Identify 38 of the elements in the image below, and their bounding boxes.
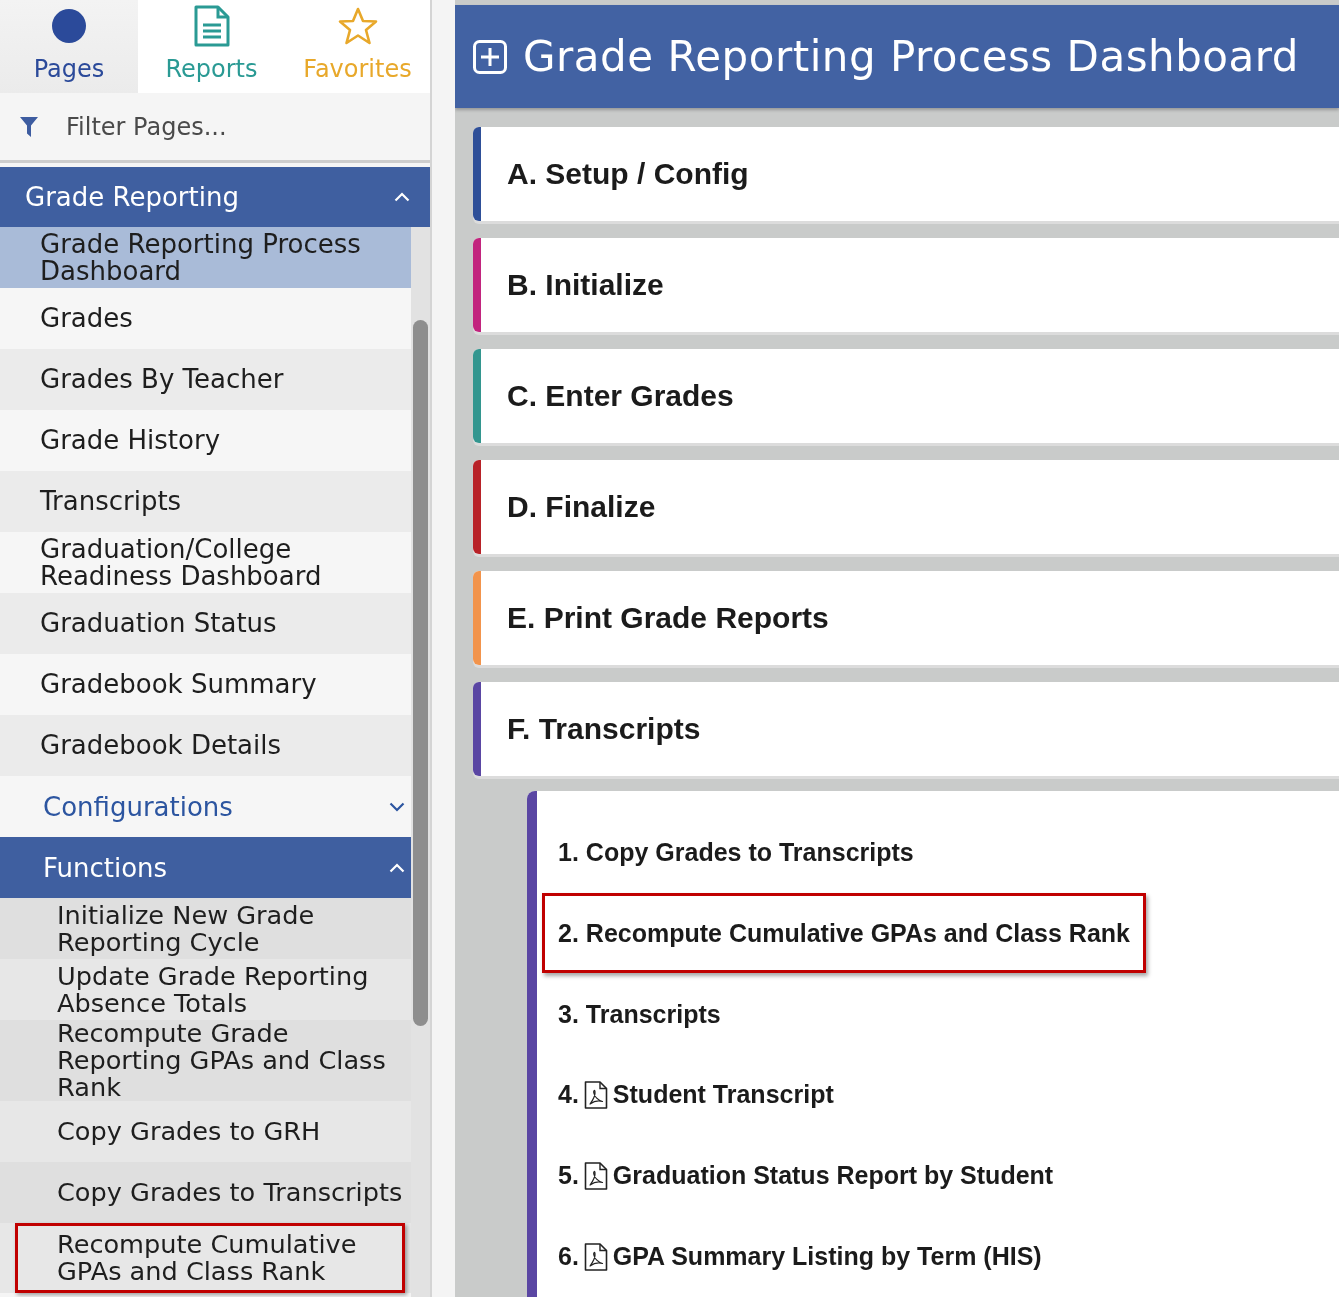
nav-item[interactable]: Grades By Teacher [0,349,411,410]
function-link[interactable]: 2. Recompute Cumulative GPAs and Class Rank [558,918,1130,948]
pdf-file-icon [583,1080,608,1109]
nav-item[interactable]: Recompute Cumulative GPAs and Class Rank [0,1223,411,1293]
filter-field[interactable]: Filter Pages... [66,93,430,160]
report-link[interactable]: 5. Graduation Status Report by Student [558,1161,1054,1191]
section-header[interactable]: C. Enter Grades [473,349,1339,443]
scrollbar-thumb[interactable] [413,320,428,1026]
section-header[interactable]: A. Setup / Config [473,127,1339,221]
nav-item[interactable]: Grade Reporting Process Dashboard [0,227,411,288]
group-header[interactable]: Grade Reporting [0,167,430,227]
section-header[interactable]: B. Initialize [473,238,1339,332]
report-link[interactable]: 6. GPA Summary Listing by Term (HIS) [558,1242,1042,1272]
function-link[interactable]: 3. Transcripts [558,999,721,1029]
nav-item[interactable]: Recompute Grade Reporting GPAs and Class Rank [0,1020,411,1101]
group-header[interactable]: Functions [0,837,411,898]
nav-item[interactable]: Gradebook Details [0,715,411,776]
chevron-down-icon [389,801,405,812]
nav-item[interactable]: Transcripts [0,471,411,532]
filter-icon [20,116,38,137]
chevron-up-icon [389,862,405,873]
pdf-file-icon [583,1161,608,1190]
section-header[interactable]: D. Finalize [473,460,1339,554]
sidebar-tab[interactable]: Pages [0,0,138,93]
section-header[interactable]: F. Transcripts [473,682,1339,776]
function-link[interactable]: 1. Copy Grades to Transcripts [558,837,914,867]
nav-item[interactable]: Copy Grades to Transcripts [0,1162,411,1223]
plus-square-icon[interactable] [473,39,507,74]
nav-item[interactable]: Copy Grades to GRH [0,1101,411,1162]
chevron-up-icon [394,192,410,202]
pdf-file-icon [583,1242,608,1271]
section-header[interactable]: E. Print Grade Reports [473,571,1339,665]
report-link[interactable]: 4. Student Transcript [558,1080,834,1110]
nav-item[interactable]: Update Grade Reporting Absence Totals [0,959,411,1020]
page-title: Grade Reporting Process Dashboard [523,32,1299,81]
nav-item[interactable]: Graduation Status [0,593,411,654]
scrollbar[interactable] [411,227,430,1297]
nav-item[interactable]: Initialize New Grade Reporting Cycle [0,898,411,959]
